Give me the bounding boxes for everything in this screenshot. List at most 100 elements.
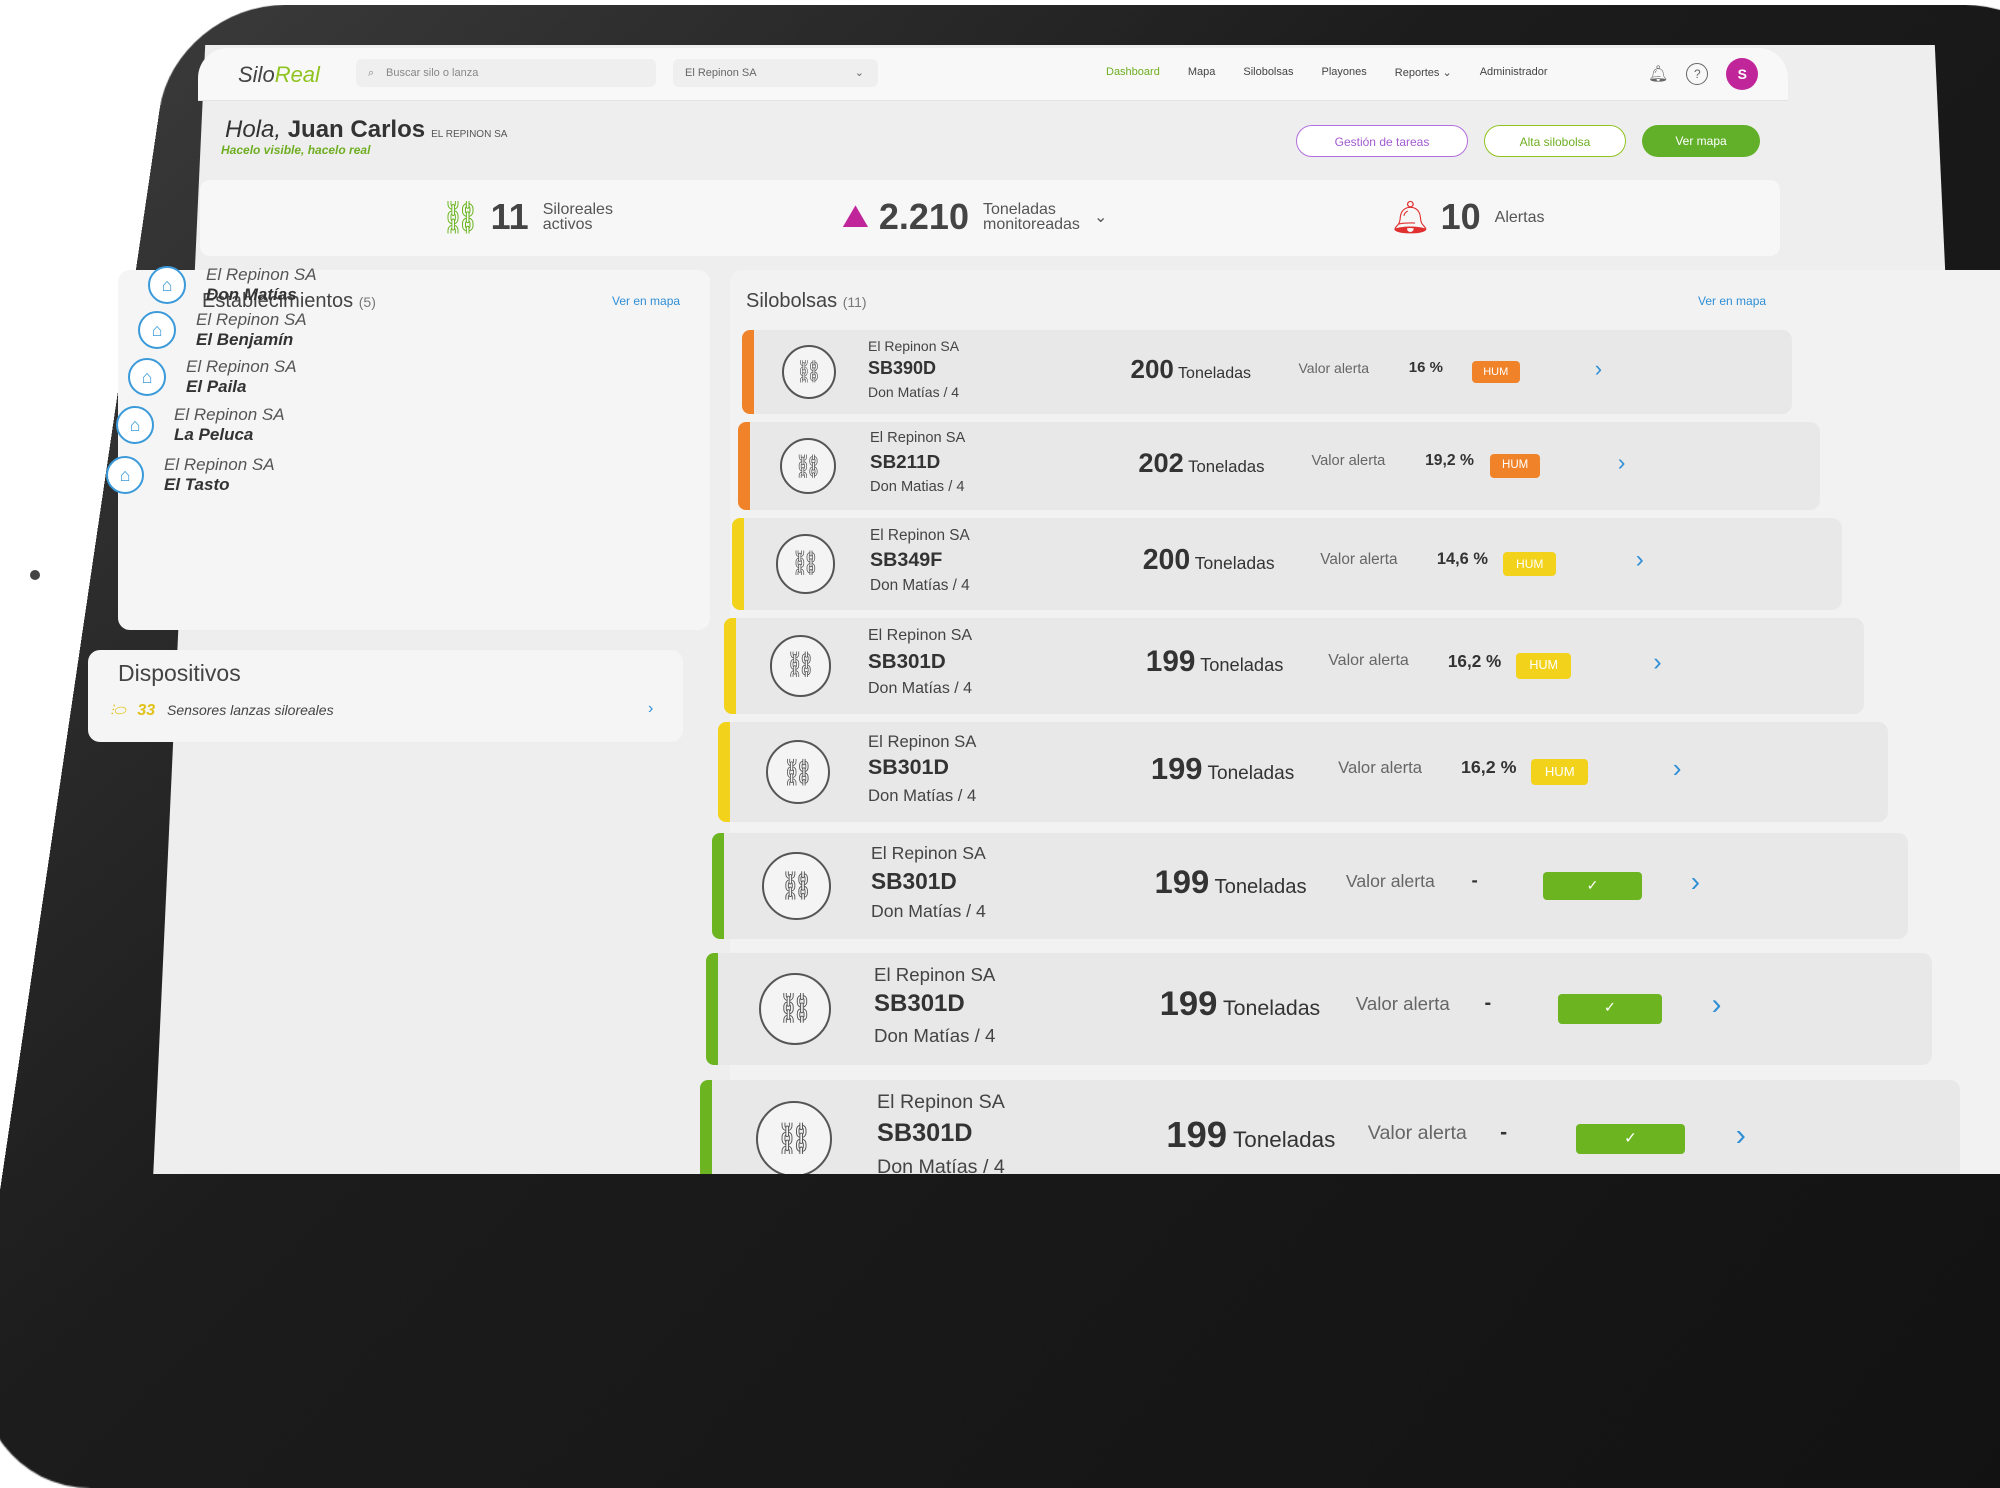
stat-alertas[interactable]: 🔔︎ 10 Alertas [1390, 196, 1544, 238]
tonnage: 199 Toneladas [1160, 985, 1321, 1024]
establecimientos-panel: Establecimientos (5) Ver en mapa ⌂ El Rep… [118, 270, 710, 630]
alta-silobolsa-button[interactable]: Alta silobolsa [1484, 125, 1626, 157]
silobolsa-row[interactable]: ⛓︎ El Repinon SA SB301D Don Matías / 4 199 T… [706, 953, 1932, 1065]
chevron-right-icon[interactable]: › [1618, 449, 1626, 476]
silobolsa-row[interactable]: ⛓︎ El Repinon SA SB301D Don Matías / 4 199 T… [724, 618, 1864, 714]
valor-alerta-value: 16,2 % [1448, 651, 1501, 672]
silobolsa-company: El Repinon SA [870, 527, 970, 545]
silobolsa-row[interactable]: ⛓︎ El Repinon SA SB390D Don Matías / 4 200 T… [742, 330, 1792, 414]
silobolsa-location: Don Matías / 4 [868, 786, 976, 806]
silobolsa-code: SB349F [870, 549, 942, 572]
status-bar [712, 833, 724, 939]
ver-en-mapa-link[interactable]: Ver en mapa [612, 294, 680, 308]
establecimiento-company: El Repinon SA [174, 405, 285, 424]
sensores-row[interactable]: ⫶⬭ 33 Sensores lanzas siloreales [110, 702, 334, 720]
silobolsa-row[interactable]: ⛓︎ El Repinon SA SB301D Don Matías / 4 199 T… [712, 833, 1908, 939]
hum-badge: HUM [1531, 759, 1588, 785]
ver-mapa-button[interactable]: Ver mapa [1642, 125, 1760, 157]
silobolsa-location: Don Matias / 4 [870, 479, 965, 495]
valor-alerta-label: Valor alerta [1320, 551, 1397, 569]
establecimiento-item[interactable]: ⌂ El Repinon SA El Tasto [106, 455, 275, 495]
valor-alerta-label: Valor alerta [1311, 453, 1385, 469]
nav-administrador[interactable]: Administrador [1480, 66, 1548, 79]
establecimiento-company: El Repinon SA [206, 265, 317, 284]
establecimiento-name: El Benjamín [196, 330, 293, 349]
status-bar [718, 722, 730, 822]
nav-reportes[interactable]: Reportes ⌄ [1395, 66, 1452, 79]
alert-bell-icon: 🔔︎ [1390, 198, 1431, 236]
chevron-right-icon[interactable]: › [648, 700, 653, 718]
status-bar [738, 422, 750, 510]
nav-mapa[interactable]: Mapa [1188, 66, 1216, 79]
valor-alerta-value: - [1485, 992, 1492, 1015]
search-input[interactable]: ⌕ Buscar silo o lanza [356, 59, 656, 87]
establecimiento-item[interactable]: ⌂ El Repinon SA La Peluca [116, 405, 285, 445]
silobolsa-code: SB301D [871, 868, 957, 895]
valor-alerta-label: Valor alerta [1328, 652, 1409, 670]
status-bar [724, 618, 736, 714]
silobolsa-row[interactable]: ⛓︎ El Repinon SA SB349F Don Matías / 4 200 T… [732, 518, 1842, 610]
silobolsa-company: El Repinon SA [868, 627, 972, 645]
chevron-right-icon[interactable]: › [1712, 988, 1722, 1022]
bell-icon[interactable]: 🔔︎ [1648, 64, 1668, 84]
avatar[interactable]: S [1726, 58, 1758, 90]
logo[interactable]: SiloReal [238, 62, 320, 88]
chevron-down-icon: ⌄ [855, 59, 864, 87]
status-bar [732, 518, 744, 610]
silobolsa-company: El Repinon SA [871, 843, 986, 864]
silobolsa-row[interactable]: ⛓︎ El Repinon SA SB301D Don Matías / 4 199 T… [718, 722, 1888, 822]
establecimiento-name: El Paila [186, 377, 246, 396]
chevron-right-icon[interactable]: › [1691, 866, 1700, 898]
silobolsa-code: SB211D [870, 451, 940, 473]
silobolsa-location: Don Matías / 4 [870, 577, 970, 595]
chevron-right-icon[interactable]: › [1636, 546, 1644, 574]
nav-silobolsas[interactable]: Silobolsas [1243, 66, 1293, 79]
tonnage: 202 Toneladas [1138, 447, 1264, 479]
search-icon: ⌕ [368, 59, 374, 87]
hum-badge: HUM [1472, 361, 1520, 383]
silobolsa-location: Don Matías / 4 [871, 901, 986, 922]
ok-check-badge: ✓ [1576, 1124, 1686, 1155]
valor-alerta-label: Valor alerta [1346, 871, 1435, 892]
ver-en-mapa-link[interactable]: Ver en mapa [1698, 294, 1766, 308]
valor-alerta-value: 19,2 % [1425, 452, 1474, 470]
company-select[interactable]: El Repinon SA ⌄ [673, 59, 878, 87]
top-navbar: SiloReal ⌕ Buscar silo o lanza El Repino… [198, 48, 1788, 101]
silobolsa-code: SB301D [874, 990, 965, 1018]
establecimiento-item[interactable]: ⌂ El Repinon SA El Paila [128, 357, 297, 397]
silo-icon: ⛓︎ [440, 198, 481, 236]
nav-playones[interactable]: Playones [1322, 66, 1367, 79]
silobolsa-location: Don Matías / 4 [868, 384, 959, 400]
farm-icon: ⌂ [128, 358, 166, 396]
tonnage: 199 Toneladas [1155, 863, 1307, 901]
farm-icon: ⌂ [106, 456, 144, 494]
help-icon[interactable]: ? [1686, 63, 1708, 85]
establecimiento-company: El Repinon SA [196, 310, 307, 329]
silobolsa-location: Don Matías / 4 [877, 1156, 1005, 1174]
nav-dashboard[interactable]: Dashboard [1106, 66, 1160, 79]
silobolsa-icon: ⛓︎ [780, 438, 837, 495]
valor-alerta-value: 16,2 % [1461, 757, 1517, 778]
gestion-tareas-button[interactable]: Gestión de tareas [1296, 125, 1468, 157]
hum-badge: HUM [1516, 653, 1571, 678]
ok-check-badge: ✓ [1558, 994, 1662, 1023]
stats-bar: ⛓︎ 11 Siloreales activos ⛰︎ 2.210 Tonelad… [200, 180, 1780, 256]
establecimiento-company: El Repinon SA [186, 357, 297, 376]
stat-siloreales: ⛓︎ 11 Siloreales activos [440, 196, 613, 238]
chevron-right-icon[interactable]: › [1653, 648, 1661, 677]
tonnage: 199 Toneladas [1146, 645, 1284, 679]
mountain-icon: ⛰︎ [842, 198, 869, 236]
establecimiento-item[interactable]: ⌂ El Repinon SA Don Matías [148, 265, 317, 305]
tonnage: 199 Toneladas [1151, 751, 1294, 787]
chevron-right-icon[interactable]: › [1673, 753, 1682, 784]
silobolsa-company: El Repinon SA [868, 732, 976, 752]
chevron-right-icon[interactable]: › [1736, 1117, 1746, 1153]
silobolsa-row[interactable]: ⛓︎ El Repinon SA SB211D Don Matias / 4 202 T… [738, 422, 1820, 510]
silobolsa-row[interactable]: ⛓︎ El Repinon SA SB301D Don Matías / 4 199 T… [700, 1080, 1960, 1174]
stat-toneladas[interactable]: ⛰︎ 2.210 Toneladas monitoreadas ⌄ [842, 196, 1107, 238]
establecimiento-name: La Peluca [174, 425, 253, 444]
establecimiento-item[interactable]: ⌂ El Repinon SA El Benjamín [138, 310, 307, 350]
valor-alerta-value: - [1471, 870, 1477, 892]
chevron-right-icon[interactable]: › [1595, 356, 1602, 382]
farm-icon: ⌂ [138, 311, 176, 349]
